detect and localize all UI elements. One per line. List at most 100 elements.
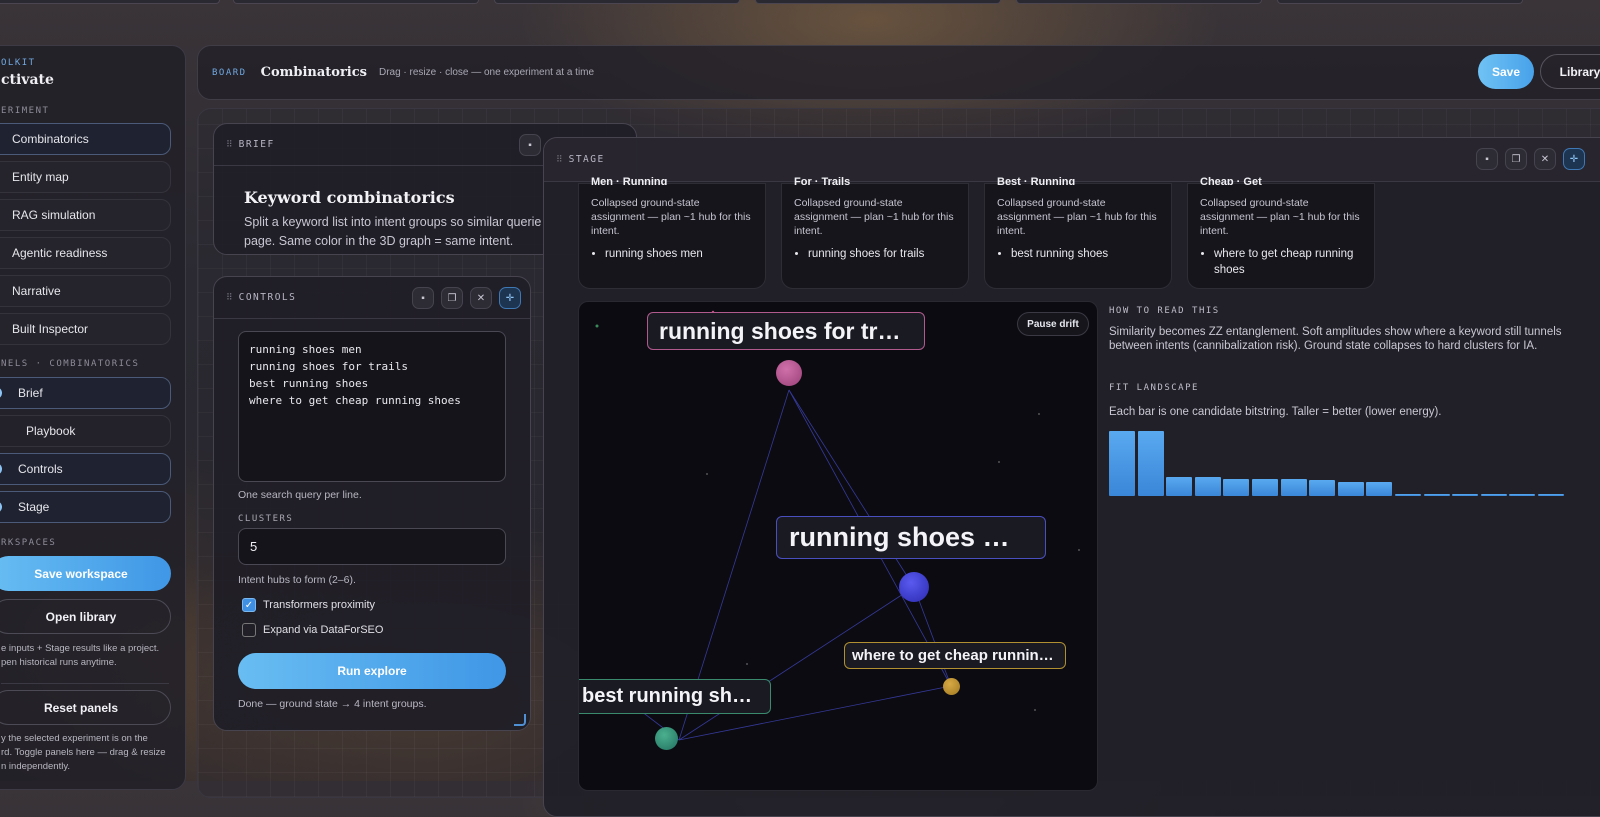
expand-icon[interactable]: ✛	[499, 287, 521, 309]
fit-bar	[1480, 494, 1507, 496]
cluster-keyword: best running shoes	[1011, 246, 1159, 262]
checkbox-unchecked-icon[interactable]	[242, 623, 256, 637]
panel-toggle-brief[interactable]: Brief	[0, 377, 171, 409]
run-explore-button[interactable]: Run explore	[238, 653, 506, 689]
fit-bar	[1395, 494, 1421, 496]
panel-toggle-playbook[interactable]: Playbook	[0, 415, 171, 447]
fit-landscape-title: FIT LANDSCAPE	[1109, 383, 1199, 393]
top-tab[interactable]	[1016, 0, 1262, 4]
graph-edge	[913, 586, 952, 687]
panel-toggle-stage[interactable]: Stage	[0, 491, 171, 523]
experiment-narrative[interactable]: Narrative	[0, 275, 171, 307]
experiment-rag-simulation[interactable]: RAG simulation	[0, 199, 171, 231]
fit-bar	[1223, 479, 1250, 496]
cluster-keyword: where to get cheap running shoes	[1214, 246, 1362, 278]
top-tab[interactable]	[0, 0, 220, 4]
clusters-label: CLUSTERS	[238, 514, 294, 524]
graph-node-best[interactable]	[655, 727, 678, 750]
checkbox-checked-icon[interactable]: ✓	[242, 598, 256, 612]
cluster-card-list: where to get cheap running shoes	[1200, 246, 1362, 278]
fit-bar	[1194, 476, 1221, 496]
fit-bar	[1538, 494, 1564, 496]
resize-handle-icon[interactable]	[514, 714, 526, 726]
drag-handle-icon[interactable]: ⠿	[226, 293, 233, 303]
minimize-icon[interactable]: ▪	[519, 134, 541, 156]
transformers-checkbox[interactable]: ✓ Transformers proximity	[242, 598, 375, 612]
cluster-card-title: Best · Running	[997, 176, 1076, 185]
fit-bar	[1109, 431, 1135, 496]
toggle-on-icon	[0, 501, 2, 513]
panel-toggle-label: Controls	[18, 462, 63, 476]
top-tab[interactable]	[494, 0, 740, 4]
fit-bar	[1509, 494, 1536, 496]
brief-panel-title: BRIEF	[238, 139, 275, 150]
clusters-input[interactable]: 5	[238, 528, 506, 565]
panel-toggle-controls[interactable]: Controls	[0, 453, 171, 485]
clusters-hint: Intent hubs to form (2–6).	[238, 574, 356, 586]
star-dot	[1038, 413, 1040, 415]
graph-node-men[interactable]	[899, 572, 929, 602]
graph-label-trails: running shoes for trails	[647, 312, 925, 350]
expand-label: Expand via DataForSEO	[263, 624, 384, 636]
duplicate-icon[interactable]: ❐	[1505, 148, 1527, 170]
pause-drift-button[interactable]: Pause drift	[1017, 312, 1089, 336]
panels-note-line: y the selected experiment is on the	[1, 733, 148, 744]
intent-graph-3d[interactable]: running shoes for trails running shoes m…	[578, 301, 1098, 791]
graph-label-men: running shoes men	[776, 516, 1046, 559]
fit-landscape-bars	[1109, 431, 1569, 496]
star-dot	[998, 461, 1000, 463]
how-to-read-title: HOW TO READ THIS	[1109, 306, 1220, 316]
panel-toggle-label: Brief	[18, 386, 43, 400]
divider	[1, 683, 169, 684]
stage-panel[interactable]: ⠿ STAGE ▪ ❐ ✕ ✛ Men · Running Collapsed g…	[543, 137, 1600, 817]
stage-content: Men · Running Collapsed ground-state ass…	[544, 176, 1600, 816]
graph-node-cheap[interactable]	[943, 678, 960, 695]
cluster-card-body: Collapsed ground-state assignment — plan…	[794, 197, 954, 237]
drag-handle-icon[interactable]: ⠿	[556, 155, 563, 165]
close-icon[interactable]: ✕	[470, 287, 492, 309]
open-library-button[interactable]: Open library	[0, 599, 171, 634]
save-button[interactable]: Save	[1478, 54, 1534, 89]
minimize-icon[interactable]: ▪	[1476, 148, 1498, 170]
board-subtitle: Drag · resize · close — one experiment a…	[378, 67, 595, 78]
save-workspace-button[interactable]: Save workspace	[0, 556, 171, 591]
top-tab[interactable]	[755, 0, 1001, 4]
panel-toggle-label: Playbook	[26, 424, 76, 438]
section-panels: NELS · COMBINATORICS	[1, 359, 140, 369]
panels-note: y the selected experiment is on the rd. …	[1, 732, 181, 774]
fit-bar	[1252, 479, 1278, 496]
top-tab[interactable]	[1277, 0, 1523, 4]
close-icon[interactable]: ✕	[1534, 148, 1556, 170]
library-button[interactable]: Library	[1540, 54, 1600, 89]
toggle-on-icon	[0, 387, 2, 399]
fit-bar	[1337, 482, 1364, 496]
minimize-icon[interactable]: ▪	[412, 287, 434, 309]
experiment-combinatorics[interactable]: Combinatorics	[0, 123, 171, 155]
experiment-label: Agentic readiness	[12, 246, 108, 260]
reset-panels-button[interactable]: Reset panels	[0, 690, 171, 725]
drag-handle-icon[interactable]: ⠿	[226, 140, 233, 150]
workspace-note: e inputs + Stage results like a project.…	[1, 642, 181, 670]
top-tab[interactable]	[233, 0, 479, 4]
fit-bar	[1366, 482, 1393, 496]
cluster-card-list: best running shoes	[997, 246, 1159, 262]
graph-node-trails[interactable]	[776, 360, 802, 386]
expand-checkbox[interactable]: Expand via DataForSEO	[242, 623, 383, 637]
transformers-label: Transformers proximity	[263, 599, 376, 611]
keywords-hint: One search query per line.	[238, 489, 362, 501]
experiment-entity-map[interactable]: Entity map	[0, 161, 171, 193]
fit-bar	[1423, 494, 1450, 496]
duplicate-icon[interactable]: ❐	[441, 287, 463, 309]
cluster-keyword: running shoes men	[605, 246, 753, 262]
experiment-agentic-readiness[interactable]: Agentic readiness	[0, 237, 171, 269]
fit-bar	[1309, 480, 1336, 496]
controls-panel[interactable]: ⠿ CONTROLS ▪ ❐ ✕ ✛ running shoes men runn…	[213, 276, 531, 731]
experiment-label: Built Inspector	[12, 322, 89, 336]
expand-icon[interactable]: ✛	[1563, 148, 1585, 170]
board-canvas: ⠿ BRIEF ▪ Keyword combinatorics Split a k…	[197, 108, 1600, 817]
section-workspaces: RKSPACES	[1, 538, 57, 548]
brief-line: page. Same color in the 3D graph = same …	[244, 234, 514, 248]
experiment-built-inspector[interactable]: Built Inspector	[0, 313, 171, 345]
keywords-textarea[interactable]: running shoes men running shoes for trai…	[238, 331, 506, 482]
panels-note-line: rd. Toggle panels here — drag & resize	[1, 747, 166, 758]
